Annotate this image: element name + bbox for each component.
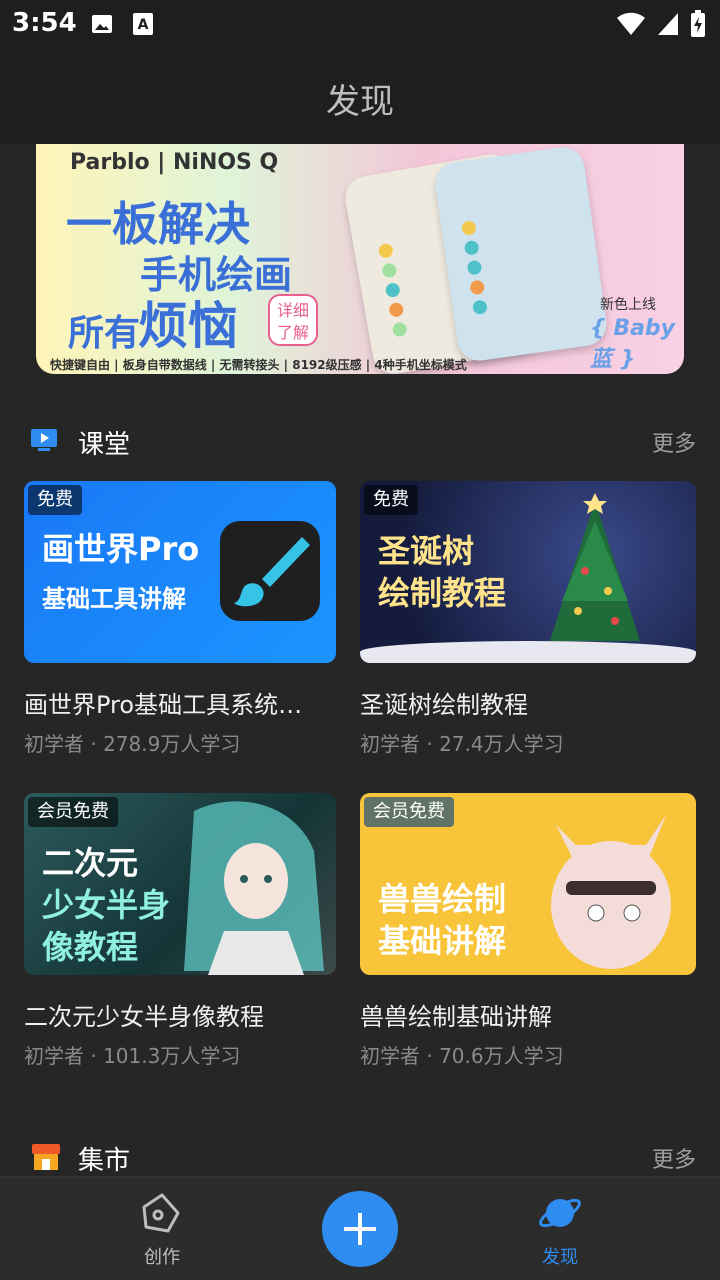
add-button[interactable]	[322, 1191, 398, 1267]
free-badge: 免费	[28, 485, 82, 515]
promo-banner[interactable]: Parblo | NiNOS Q 一板解决 手机绘画 所有 烦恼 详细了解 新色…	[36, 144, 684, 374]
course-thumbnail[interactable]: 画世界Pro 基础工具讲解 免费	[24, 481, 336, 663]
course-title: 圣诞树绘制教程	[360, 691, 528, 719]
classroom-more-link[interactable]: 更多	[652, 426, 696, 458]
free-badge: 免费	[364, 485, 418, 515]
course-card[interactable]: 圣诞树 绘制教程 免费 圣诞树绘制教程 初学者 · 27.4万人学习	[360, 481, 696, 757]
thumb-line: 少女半身	[42, 886, 171, 924]
banner-detail-button[interactable]: 详细了解	[268, 294, 318, 346]
planet-icon	[539, 1198, 581, 1228]
nav-discover-label: 发现	[542, 1247, 578, 1268]
banner-brand: Parblo | NiNOS Q	[70, 150, 279, 175]
thumb-line: 基础工具讲解	[42, 585, 186, 613]
furry-character-illustration	[551, 815, 671, 969]
nav-discover[interactable]: 发现	[500, 1191, 620, 1269]
page-title: 发现	[326, 82, 394, 122]
banner-baby-blue: { Baby蓝 }	[590, 316, 676, 372]
market-title: 集市	[78, 1146, 131, 1176]
svg-text:A: A	[138, 17, 149, 33]
thumb-line: 绘制教程	[378, 574, 507, 612]
classroom-title: 课堂	[78, 430, 131, 460]
tv-play-icon	[31, 429, 57, 451]
course-meta: 初学者 · 278.9万人学习	[24, 732, 241, 756]
app-bar: 发现	[0, 52, 720, 144]
thumb-line: 像教程	[42, 928, 139, 966]
nav-create-label: 创作	[144, 1247, 180, 1268]
thumb-line: 二次元	[42, 844, 139, 882]
course-title: 二次元少女半身像教程	[24, 1003, 264, 1031]
course-meta: 初学者 · 101.3万人学习	[24, 1044, 241, 1068]
course-meta: 初学者 · 70.6万人学习	[360, 1044, 564, 1068]
christmas-tree-illustration	[550, 493, 640, 641]
banner-headline-3a: 所有	[68, 313, 141, 354]
anime-girl-illustration	[184, 801, 324, 975]
shop-icon	[32, 1144, 60, 1170]
classroom-section-header: 课堂 更多	[0, 418, 720, 468]
member-free-badge: 会员免费	[364, 797, 454, 827]
banner-new-color: 新色上线	[600, 297, 656, 313]
course-title: 画世界Pro基础工具系统…	[24, 691, 303, 719]
member-free-badge: 会员免费	[28, 797, 118, 827]
thumb-line: 基础讲解	[378, 922, 507, 960]
thumb-line: 画世界Pro	[42, 530, 200, 568]
course-thumbnail[interactable]: 二次元 少女半身 像教程 会员免费	[24, 793, 336, 975]
thumb-line: 圣诞树	[378, 532, 475, 570]
course-meta: 初学者 · 27.4万人学习	[360, 732, 564, 756]
bottom-navigation: 创作 发现	[0, 1176, 720, 1280]
brush-app-icon	[220, 521, 320, 621]
nav-create[interactable]: 创作	[102, 1191, 222, 1269]
text-a-icon: A	[133, 13, 153, 35]
course-thumbnail[interactable]: 兽兽绘制 基础讲解 会员免费	[360, 793, 696, 975]
battery-charging-icon	[691, 10, 705, 37]
pen-tool-icon	[142, 1193, 180, 1233]
image-icon	[92, 15, 112, 33]
wifi-icon	[617, 12, 645, 35]
course-thumbnail[interactable]: 圣诞树 绘制教程 免费	[360, 481, 696, 663]
course-card[interactable]: 二次元 少女半身 像教程 会员免费 二次元少女半身像教程 初学者 · 101.3…	[24, 793, 360, 1069]
course-card[interactable]: 兽兽绘制 基础讲解 会员免费 兽兽绘制基础讲解 初学者 · 70.6万人学习	[360, 793, 696, 1069]
status-time: 3:54	[12, 8, 77, 38]
tablet-illustration-blue	[432, 144, 610, 364]
banner-footer: 快捷键自由 | 板身自带数据线 | 无需转接头 | 8192级压感 | 4种手机…	[50, 358, 467, 372]
signal-icon	[658, 13, 678, 35]
market-more-link[interactable]: 更多	[652, 1142, 696, 1174]
status-bar: 3:54 A	[0, 0, 720, 52]
course-title: 兽兽绘制基础讲解	[360, 1003, 552, 1031]
course-card[interactable]: 画世界Pro 基础工具讲解 免费 画世界Pro基础工具系统… 初学者 · 278…	[24, 481, 360, 757]
banner-headline-3b: 烦恼	[138, 297, 238, 355]
thumb-line: 兽兽绘制	[378, 880, 507, 918]
plus-icon	[344, 1213, 376, 1245]
